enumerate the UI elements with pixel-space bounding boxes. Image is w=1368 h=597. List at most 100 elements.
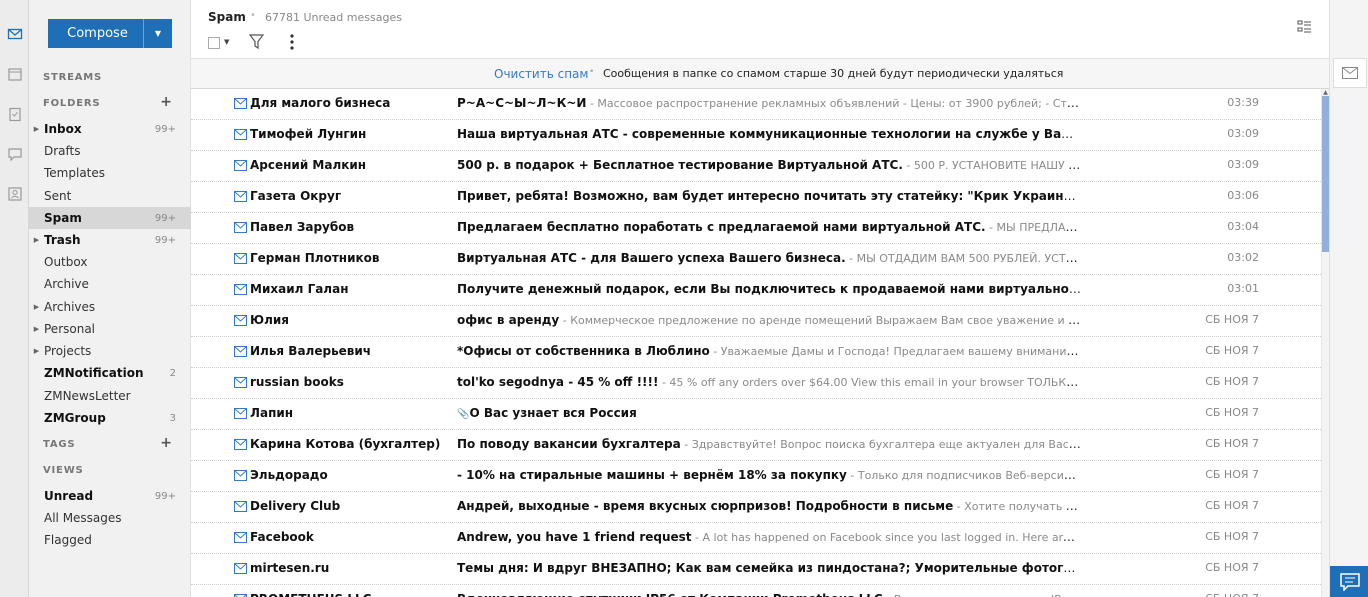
folder-inbox[interactable]: ▶ Inbox 99+: [29, 118, 191, 140]
folder-outbox[interactable]: Outbox: [29, 251, 191, 273]
folder-label: Templates: [44, 166, 106, 180]
expand-arrow-icon[interactable]: ▶: [29, 303, 44, 311]
message-preview: - Коммерческое предложение по аренде пом…: [562, 314, 1081, 327]
message-row[interactable]: Михаил Галан Получите денежный подарок, е…: [191, 275, 1321, 306]
message-row[interactable]: Facebook Andrew, you have 1 friend reques…: [191, 523, 1321, 554]
message-preview: - Здравствуйте! Вопрос поиска бухгалтера…: [684, 438, 1081, 451]
expand-arrow-icon[interactable]: ▶: [29, 325, 44, 333]
folder-projects[interactable]: ▶ Projects: [29, 340, 191, 362]
compose-button[interactable]: Compose ▼: [48, 19, 172, 48]
view-unread[interactable]: Unread 99+: [29, 485, 191, 507]
message-summary: 500 р. в подарок + Бесплатное тестирован…: [457, 158, 1081, 172]
message-summary: Наша виртуальная АТС - современные комму…: [457, 127, 1081, 141]
message-row[interactable]: Эльдорадо - 10% на стиральные машины + ве…: [191, 461, 1321, 492]
message-sender: Facebook: [250, 530, 314, 544]
folder-count: 99+: [154, 212, 176, 224]
message-row[interactable]: Для малого бизнеса Р~А~С~Ы~Л~К~И - Массов…: [191, 89, 1321, 120]
folder-trash[interactable]: ▶ Trash 99+: [29, 229, 191, 251]
select-dropdown-icon[interactable]: ▼: [224, 38, 229, 46]
message-list: Для малого бизнеса Р~А~С~Ы~Л~К~И - Массов…: [191, 89, 1321, 597]
chat-widget-icon[interactable]: [1330, 566, 1368, 597]
folder-zmgroup[interactable]: ZMGroup 3: [29, 407, 191, 429]
message-date: 03:01: [1227, 282, 1259, 295]
message-row[interactable]: Павел Зарубов Предлагаем бесплатно порабо…: [191, 213, 1321, 244]
message-summary: Виртуальная АТС - для Вашего успеха Ваше…: [457, 251, 1081, 265]
folder-zmnotification[interactable]: ZMNotification 2: [29, 362, 191, 384]
tags-heading[interactable]: TAGS: [43, 439, 75, 450]
unread-envelope-icon[interactable]: [234, 470, 247, 481]
view-flagged[interactable]: Flagged: [29, 529, 191, 551]
mail-icon[interactable]: [6, 25, 23, 42]
message-row[interactable]: Герман Плотников Виртуальная АТС - для Ва…: [191, 244, 1321, 275]
message-row[interactable]: Карина Котова (бухгалтер) По поводу вакан…: [191, 430, 1321, 461]
calendar-icon[interactable]: [6, 65, 23, 82]
message-row[interactable]: russian books tol'ko segodnya - 45 % off …: [191, 368, 1321, 399]
more-options-icon[interactable]: [287, 33, 297, 51]
folder-count: 99+: [154, 234, 176, 246]
unread-envelope-icon[interactable]: [234, 346, 247, 357]
compose-dropdown-icon[interactable]: ▼: [143, 19, 172, 48]
views-heading[interactable]: VIEWS: [43, 465, 84, 476]
unread-envelope-icon[interactable]: [234, 532, 247, 543]
unread-envelope-icon[interactable]: [234, 408, 247, 419]
unread-envelope-icon[interactable]: [234, 315, 247, 326]
message-subject: Наша виртуальная АТС - современные комму…: [457, 127, 1081, 141]
message-row[interactable]: mirtesen.ru Темы дня: И вдруг ВНЕЗАПНО; К…: [191, 554, 1321, 585]
expand-arrow-icon[interactable]: ▶: [29, 125, 44, 133]
message-row[interactable]: Илья Валерьевич *Офисы от собственника в …: [191, 337, 1321, 368]
folder-zmnewsletter[interactable]: ZMNewsLetter: [29, 385, 191, 407]
message-row[interactable]: PROMETHEUS LLC Вдохновляющие спутники IP5…: [191, 585, 1321, 597]
folder-sent[interactable]: Sent: [29, 185, 191, 207]
unread-envelope-icon[interactable]: [234, 160, 247, 171]
expand-arrow-icon[interactable]: ▶: [29, 236, 44, 244]
message-row[interactable]: Тимофей Лунгин Наша виртуальная АТС - сов…: [191, 120, 1321, 151]
message-row[interactable]: Юлия офис в аренду - Коммерческое предлож…: [191, 306, 1321, 337]
expand-arrow-icon[interactable]: ▶: [29, 347, 44, 355]
folder-templates[interactable]: Templates: [29, 162, 191, 184]
unread-envelope-icon[interactable]: [234, 377, 247, 388]
message-row[interactable]: Лапин 📎О Вас узнает вся Россия СБ НОЯ 7: [191, 399, 1321, 430]
unread-envelope-icon[interactable]: [234, 129, 247, 140]
unread-envelope-icon[interactable]: [234, 563, 247, 574]
tasks-icon[interactable]: [6, 105, 23, 122]
unread-envelope-icon[interactable]: [234, 439, 247, 450]
view-all-messages[interactable]: All Messages: [29, 507, 191, 529]
message-summary: Andrew, you have 1 friend request - A lo…: [457, 530, 1081, 544]
message-row[interactable]: Арсений Малкин 500 р. в подарок + Бесплат…: [191, 151, 1321, 182]
unread-envelope-icon[interactable]: [234, 284, 247, 295]
add-folder-icon[interactable]: +: [160, 94, 172, 110]
message-date: 03:06: [1227, 189, 1259, 202]
header-separator: •: [250, 10, 256, 21]
folder-drafts[interactable]: Drafts: [29, 140, 191, 162]
layout-toggle-icon[interactable]: [1297, 19, 1312, 34]
message-date: СБ НОЯ 7: [1205, 344, 1259, 357]
folder-spam[interactable]: Spam 99+: [29, 207, 191, 229]
empty-spam-link[interactable]: Очистить спам: [494, 67, 588, 81]
message-row[interactable]: Газета Округ Привет, ребята! Возможно, ва…: [191, 182, 1321, 213]
select-all-checkbox[interactable]: [208, 37, 220, 49]
filter-icon[interactable]: [249, 33, 264, 50]
message-date: 03:02: [1227, 251, 1259, 264]
folders-heading[interactable]: FOLDERS: [43, 98, 100, 109]
scroll-up-icon[interactable]: ▲: [1322, 89, 1329, 96]
message-date: СБ НОЯ 7: [1205, 313, 1259, 326]
message-preview-icon[interactable]: [1333, 58, 1367, 88]
chat-icon[interactable]: [6, 145, 23, 162]
message-sender: Илья Валерьевич: [250, 344, 372, 358]
view-label: Flagged: [44, 533, 92, 547]
app-rail: [0, 0, 29, 597]
unread-envelope-icon[interactable]: [234, 501, 247, 512]
message-subject: Получите денежный подарок, если Вы подкл…: [457, 282, 1081, 296]
scrollbar-thumb[interactable]: [1322, 96, 1329, 252]
contacts-icon[interactable]: [6, 185, 23, 202]
folder-archive[interactable]: Archive: [29, 273, 191, 295]
add-tag-icon[interactable]: +: [160, 435, 172, 451]
unread-envelope-icon[interactable]: [234, 191, 247, 202]
unread-envelope-icon[interactable]: [234, 222, 247, 233]
streams-heading[interactable]: STREAMS: [43, 72, 102, 83]
unread-envelope-icon[interactable]: [234, 98, 247, 109]
message-row[interactable]: Delivery Club Андрей, выходные - время вк…: [191, 492, 1321, 523]
folder-personal[interactable]: ▶ Personal: [29, 318, 191, 340]
folder-archives[interactable]: ▶ Archives: [29, 296, 191, 318]
unread-envelope-icon[interactable]: [234, 253, 247, 264]
